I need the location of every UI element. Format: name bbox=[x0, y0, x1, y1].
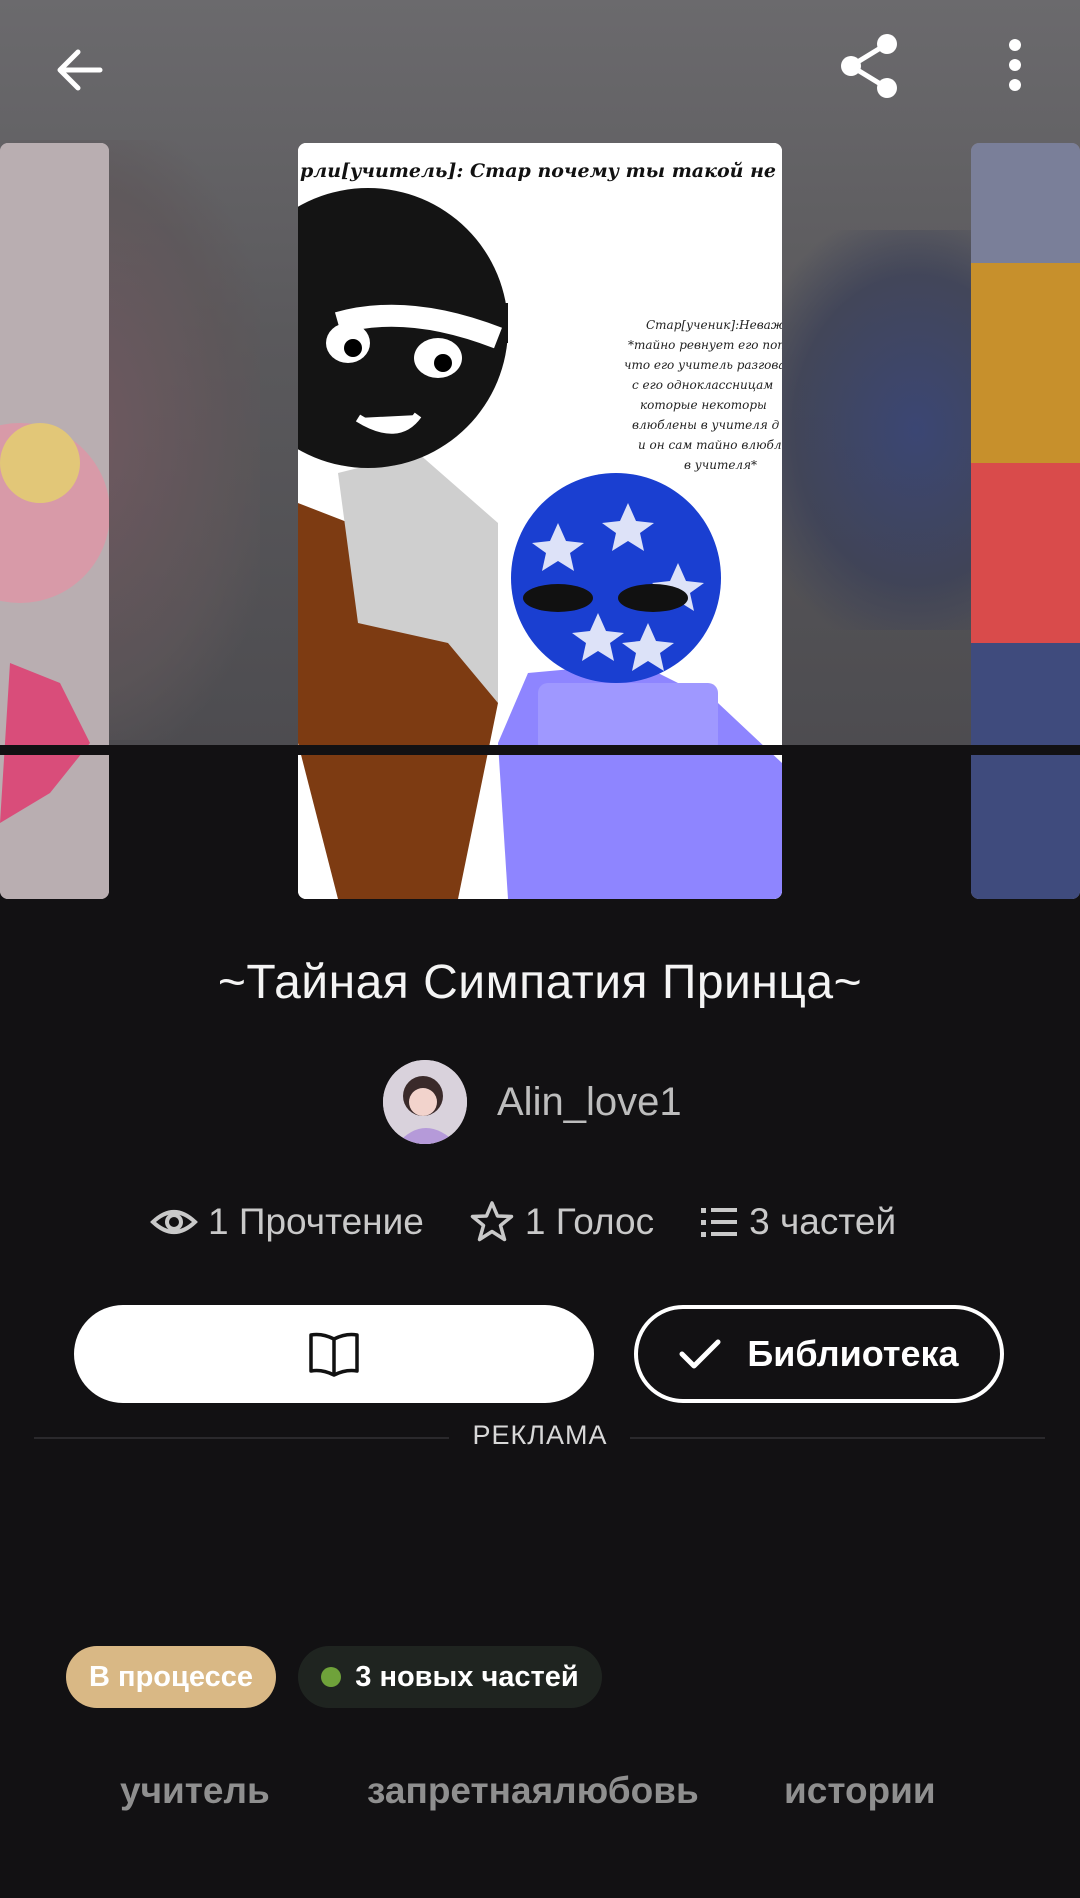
author-name[interactable]: Alin_love1 bbox=[497, 1080, 682, 1125]
library-label: Библиотека bbox=[747, 1333, 959, 1374]
check-icon bbox=[679, 1339, 721, 1369]
svg-text:влюблены в учителя д: влюблены в учителя д bbox=[632, 418, 780, 432]
cover-main[interactable]: рли[учитель]: Стар почему ты такой не до… bbox=[298, 143, 782, 899]
ad-label: РЕКЛАМА bbox=[472, 1420, 608, 1450]
reads-stat: 1 Прочтение bbox=[150, 1201, 424, 1243]
read-button[interactable] bbox=[74, 1305, 594, 1403]
votes-stat: 1 Голос bbox=[469, 1199, 654, 1245]
library-button[interactable]: Библиотека bbox=[634, 1305, 1004, 1403]
share-icon bbox=[841, 34, 897, 98]
more-vertical-icon bbox=[1009, 39, 1021, 91]
svg-text:*тайно ревнует его пот: *тайно ревнует его пот bbox=[628, 338, 782, 352]
svg-text:с его одноклассницам: с его одноклассницам bbox=[632, 378, 773, 392]
share-button[interactable] bbox=[830, 25, 910, 105]
parts-count[interactable]: 3 частей bbox=[749, 1201, 896, 1243]
hero-divider bbox=[0, 745, 1080, 755]
cover-next[interactable] bbox=[971, 143, 1080, 899]
status-badge: В процессе bbox=[66, 1646, 276, 1708]
story-title: ~Тайная Симпатия Принца~ bbox=[217, 956, 863, 1009]
svg-text:в учителя*: в учителя* bbox=[684, 458, 757, 472]
tag-item[interactable]: истории bbox=[784, 1770, 936, 1812]
votes-count: 1 Голос bbox=[524, 1201, 655, 1242]
new-parts-label: 3 новых частей bbox=[355, 1660, 579, 1693]
svg-text:которые некоторы: которые некоторы bbox=[640, 398, 767, 412]
eye-icon bbox=[150, 1210, 198, 1234]
svg-text:и он сам тайно влюбл: и он сам тайно влюбл bbox=[638, 438, 781, 452]
tags-row: учитель запретнаялюбовь истории bbox=[0, 1770, 1080, 1830]
tag-item[interactable]: запретнаялюбовь bbox=[367, 1770, 699, 1812]
arrow-left-icon bbox=[57, 49, 103, 91]
new-parts-badge[interactable]: 3 новых частей bbox=[298, 1646, 602, 1708]
status-badge-label: В процессе bbox=[89, 1660, 253, 1693]
svg-text:что его учитель разгова: что его учитель разгова bbox=[624, 358, 782, 372]
cover-prev[interactable] bbox=[0, 143, 109, 899]
cover-caption-top: рли[учитель]: Стар почему ты такой не до… bbox=[300, 160, 782, 182]
star-icon bbox=[470, 1201, 514, 1242]
more-options-button[interactable] bbox=[975, 25, 1055, 105]
reads-count: 1 Прочтение bbox=[208, 1201, 424, 1242]
list-icon bbox=[701, 1208, 738, 1237]
back-button[interactable] bbox=[40, 30, 120, 110]
parts-stat[interactable]: 3 частей bbox=[699, 1201, 896, 1243]
story-stats: 1 Прочтение 1 Голос 3 частей bbox=[150, 1192, 896, 1252]
author-row[interactable]: Alin_love1 bbox=[383, 1060, 682, 1144]
new-indicator-dot bbox=[321, 1667, 342, 1687]
avatar[interactable] bbox=[383, 1060, 467, 1144]
tag-item[interactable]: учитель bbox=[120, 1770, 270, 1812]
top-bar bbox=[0, 0, 1080, 130]
svg-text:Стар[ученик]:Неважн: Стар[ученик]:Неважн bbox=[646, 318, 782, 332]
book-open-icon bbox=[309, 1332, 359, 1377]
